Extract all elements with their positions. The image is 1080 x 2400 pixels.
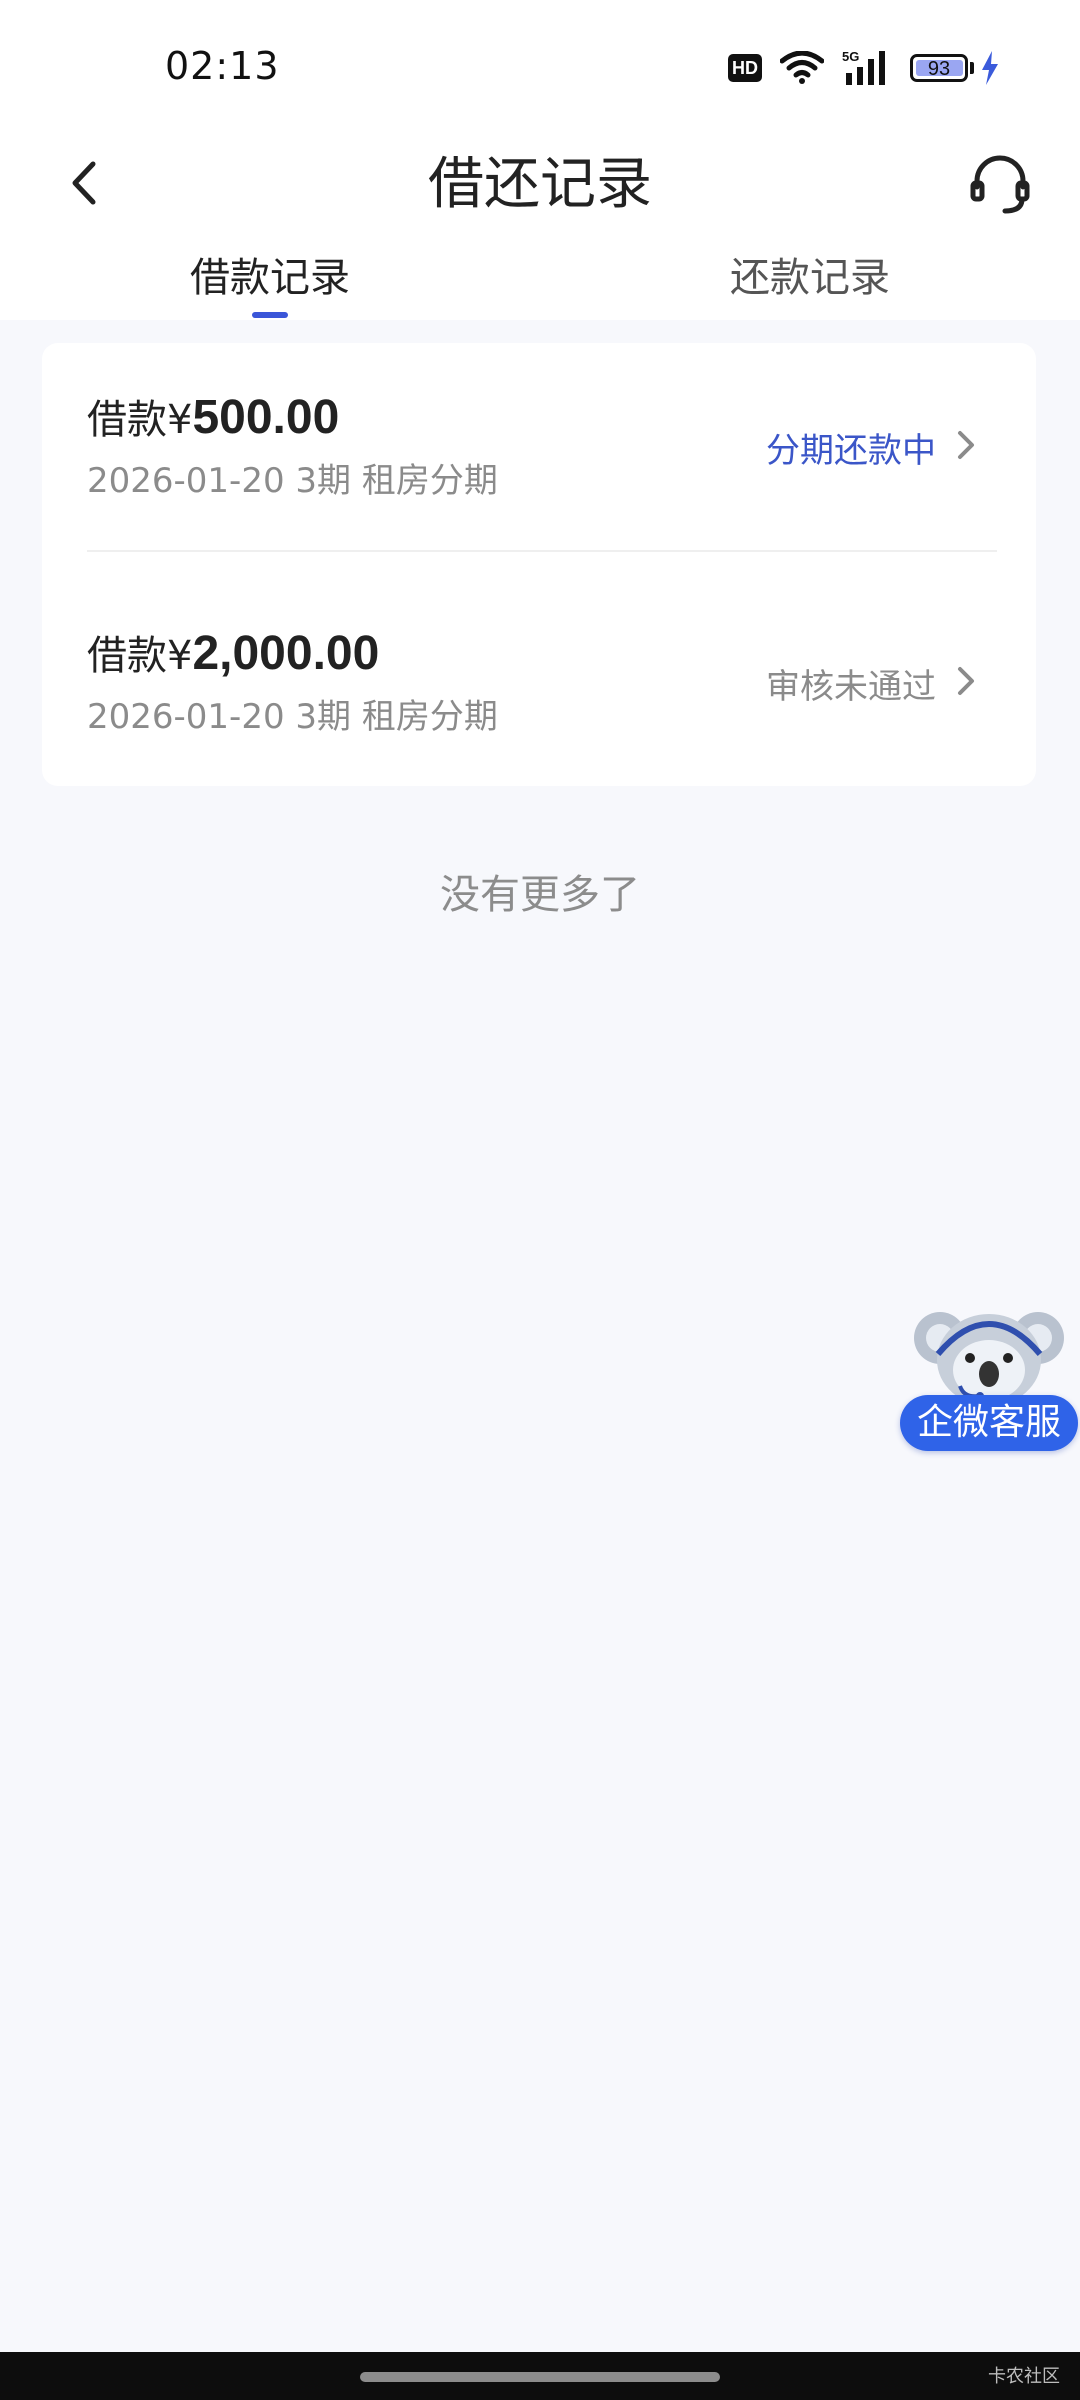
record-amount: 500.00 <box>192 391 340 444</box>
battery-level: 93 <box>927 58 951 80</box>
loan-record-item[interactable]: 借款¥500.00 2026-01-20 3期 租房分期 分期还款中 <box>42 343 1036 548</box>
record-title: 借款¥2,000.00 <box>87 623 379 681</box>
divider <box>87 550 997 552</box>
record-tabs: 借款记录 还款记录 <box>0 240 1080 320</box>
loan-record-item[interactable]: 借款¥2,000.00 2026-01-20 3期 租房分期 审核未通过 <box>42 553 1036 758</box>
watermark: 卡农社区 <box>988 2366 1060 2387</box>
active-tab-indicator <box>252 312 288 318</box>
chevron-right-icon <box>958 431 974 459</box>
tab-loan-records[interactable]: 借款记录 <box>0 240 540 320</box>
list-end-text: 没有更多了 <box>440 872 640 918</box>
record-title-prefix: 借款¥ <box>87 397 193 443</box>
record-subtitle: 2026-01-20 3期 租房分期 <box>87 697 498 737</box>
header-bar: 借还记录 <box>0 130 1080 240</box>
battery-icon: 93 <box>910 51 1000 85</box>
status-icons: HD 5G 93 <box>728 48 1000 88</box>
hd-icon: HD <box>728 54 762 82</box>
koala-mascot-icon <box>914 1312 1064 1406</box>
record-title: 借款¥500.00 <box>87 387 339 445</box>
record-status: 审核未通过 <box>766 667 936 707</box>
record-amount: 2,000.00 <box>192 627 380 680</box>
floating-service-button[interactable]: 企微客服 <box>898 1298 1080 1458</box>
record-title-prefix: 借款¥ <box>87 633 193 679</box>
chevron-right-icon <box>958 667 974 695</box>
floating-service-label: 企微客服 <box>900 1395 1078 1451</box>
home-indicator[interactable] <box>360 2372 720 2382</box>
customer-service-button[interactable] <box>960 144 1040 224</box>
status-bar: 02:13 HD 5G 93 <box>0 0 1080 130</box>
record-status: 分期还款中 <box>766 431 936 471</box>
charging-icon <box>982 51 998 85</box>
record-subtitle: 2026-01-20 3期 租房分期 <box>87 461 498 501</box>
wifi-icon <box>780 51 824 84</box>
signal-icon: 5G <box>842 49 885 85</box>
page-title: 借还记录 <box>428 152 652 217</box>
status-time: 02:13 <box>165 44 280 88</box>
tab-repayment-records[interactable]: 还款记录 <box>540 240 1080 320</box>
loan-records-card: 借款¥500.00 2026-01-20 3期 租房分期 分期还款中 借款¥2,… <box>42 343 1036 786</box>
headset-icon <box>970 155 1030 214</box>
system-nav-bar: 卡农社区 <box>0 2352 1080 2400</box>
network-type-label: 5G <box>842 49 859 64</box>
